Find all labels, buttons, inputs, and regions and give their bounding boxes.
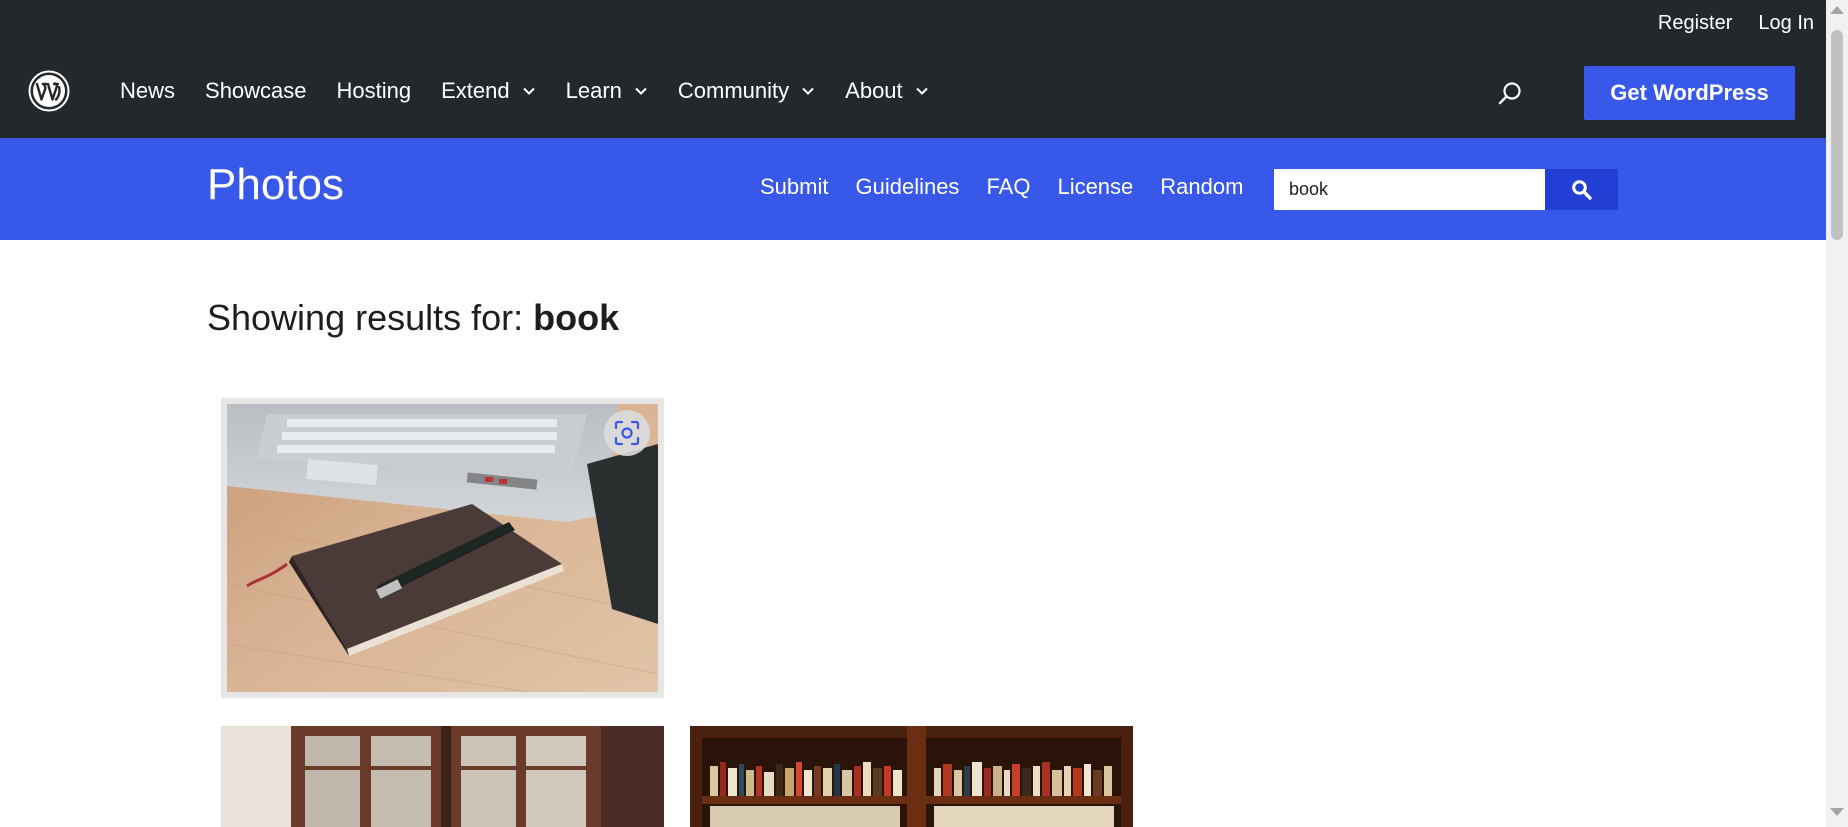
results-query: book [533, 297, 620, 338]
global-header: Register Log In News Showcase Hosting Ex… [0, 0, 1826, 138]
photo-search-button[interactable] [1545, 169, 1618, 210]
photo-result-cabinet[interactable] [221, 726, 664, 827]
chevron-down-icon [915, 87, 928, 95]
nav-item-label: Learn [565, 78, 622, 103]
get-wordpress-button[interactable]: Get WordPress [1584, 66, 1795, 120]
nav-item-label: Extend [441, 78, 510, 103]
search-icon[interactable] [1496, 80, 1524, 108]
chevron-down-icon [802, 87, 814, 95]
scroll-down-arrow-icon[interactable] [1830, 808, 1844, 816]
photos-subheader: Photos Submit Guidelines FAQ License Ran… [0, 138, 1826, 240]
photo-result-bookshelf[interactable] [690, 726, 1133, 827]
nav-item-extend[interactable]: Extend [441, 78, 536, 104]
nav-item-news[interactable]: News [120, 78, 175, 104]
nav-item-showcase[interactable]: Showcase [205, 78, 307, 104]
nav-guidelines[interactable]: Guidelines [855, 174, 959, 200]
nav-item-community[interactable]: Community [678, 78, 815, 104]
register-link[interactable]: Register [1658, 12, 1732, 35]
login-link[interactable]: Log In [1758, 12, 1814, 35]
photo-result-notebook[interactable] [221, 398, 664, 698]
nav-item-label: Showcase [205, 78, 307, 103]
page-scrollbar[interactable] [1826, 0, 1848, 827]
results-heading: Showing results for: book [207, 297, 619, 339]
nav-item-learn[interactable]: Learn [566, 78, 648, 104]
main-nav: News Showcase Hosting Extend Learn Commu… [120, 78, 959, 104]
scroll-up-arrow-icon[interactable] [1830, 6, 1844, 14]
nav-faq[interactable]: FAQ [986, 174, 1030, 200]
photo-search-input[interactable] [1274, 169, 1545, 210]
user-links: Register Log In [1658, 12, 1814, 35]
wordpress-logo-icon[interactable] [28, 70, 70, 112]
nav-random[interactable]: Random [1160, 174, 1243, 200]
nav-submit[interactable]: Submit [760, 174, 828, 200]
nav-item-label: News [120, 78, 176, 103]
results-prefix: Showing results for: [207, 297, 534, 338]
photos-nav: Submit Guidelines FAQ License Random [760, 174, 1243, 200]
nav-item-label: About [845, 78, 903, 103]
photo-image [221, 726, 664, 827]
visual-search-icon [614, 420, 640, 446]
photo-image [690, 726, 1133, 827]
chevron-down-icon [522, 87, 535, 95]
photo-image [227, 404, 658, 692]
visual-search-button[interactable] [604, 410, 650, 456]
search-icon [1571, 179, 1592, 200]
nav-item-label: Community [677, 78, 790, 103]
chevron-down-icon [635, 87, 647, 95]
scroll-thumb[interactable] [1831, 30, 1843, 240]
nav-item-about[interactable]: About [845, 78, 929, 104]
section-title[interactable]: Photos [207, 160, 344, 210]
nav-item-hosting[interactable]: Hosting [337, 78, 412, 104]
nav-item-label: Hosting [336, 78, 412, 103]
nav-license[interactable]: License [1057, 174, 1133, 200]
